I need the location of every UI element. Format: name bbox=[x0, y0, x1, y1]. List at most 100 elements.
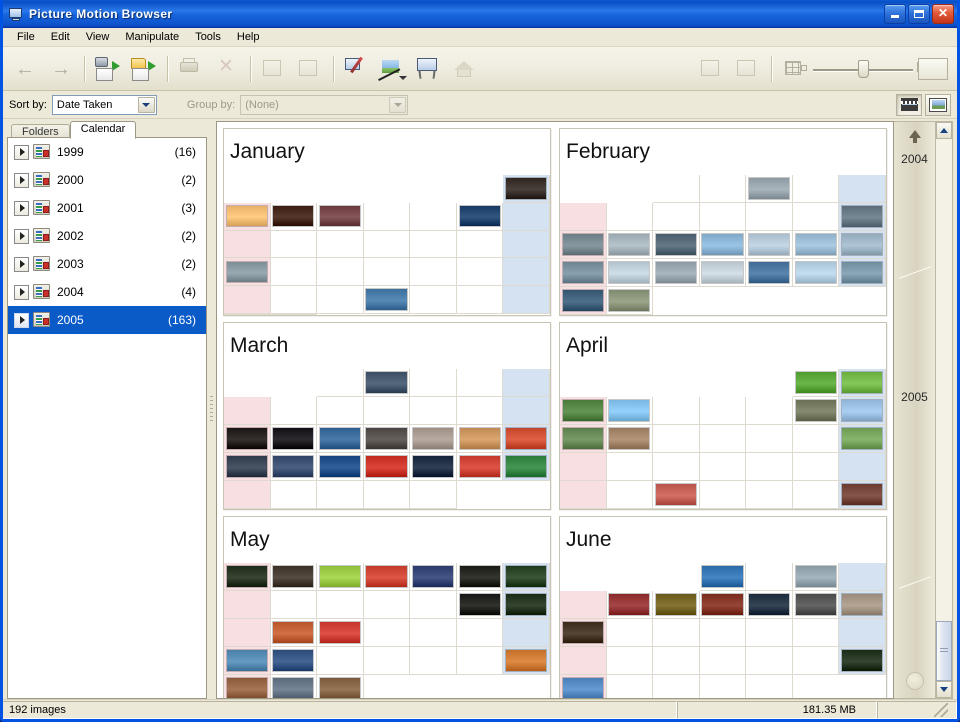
day-cell[interactable] bbox=[503, 286, 550, 314]
day-cell[interactable] bbox=[410, 230, 457, 259]
day-cell[interactable] bbox=[503, 369, 550, 397]
day-thumbnail[interactable] bbox=[413, 456, 454, 477]
scroll-down-button[interactable] bbox=[936, 681, 952, 698]
day-thumbnail[interactable] bbox=[609, 234, 650, 255]
scroll-up-year-icon[interactable] bbox=[908, 130, 921, 143]
day-cell[interactable] bbox=[317, 397, 364, 425]
tree-item-2000[interactable]: 2000 (2) bbox=[8, 166, 206, 194]
scrollbar-thumb[interactable] bbox=[936, 621, 952, 681]
day-cell[interactable] bbox=[410, 619, 457, 647]
day-cell[interactable] bbox=[270, 563, 318, 591]
day-cell[interactable] bbox=[746, 591, 793, 619]
day-thumbnail[interactable] bbox=[562, 678, 603, 698]
day-thumbnail[interactable] bbox=[842, 400, 883, 421]
day-cell[interactable] bbox=[792, 563, 840, 591]
day-thumbnail[interactable] bbox=[506, 650, 547, 671]
day-cell[interactable] bbox=[224, 286, 271, 314]
day-cell[interactable] bbox=[839, 647, 886, 675]
day-thumbnail[interactable] bbox=[459, 456, 500, 477]
day-cell[interactable] bbox=[224, 453, 271, 481]
day-cell[interactable] bbox=[606, 481, 654, 509]
day-thumbnail[interactable] bbox=[319, 678, 360, 698]
day-thumbnail[interactable] bbox=[749, 594, 790, 615]
day-cell[interactable] bbox=[606, 453, 654, 481]
day-cell[interactable] bbox=[746, 453, 793, 481]
day-thumbnail[interactable] bbox=[226, 261, 267, 282]
day-cell[interactable] bbox=[606, 231, 654, 259]
tree-item-2003[interactable]: 2003 (2) bbox=[8, 250, 206, 278]
day-cell[interactable] bbox=[363, 369, 411, 397]
day-cell[interactable] bbox=[653, 591, 700, 619]
day-cell[interactable] bbox=[317, 563, 364, 591]
day-cell[interactable] bbox=[560, 287, 607, 315]
delete-button[interactable]: ✕ bbox=[209, 51, 245, 87]
day-cell[interactable] bbox=[270, 202, 318, 231]
day-cell[interactable] bbox=[792, 259, 840, 287]
day-cell[interactable] bbox=[699, 647, 747, 675]
day-thumbnail[interactable] bbox=[609, 290, 650, 311]
day-cell[interactable] bbox=[456, 397, 504, 425]
day-cell[interactable] bbox=[653, 397, 700, 425]
expand-arrow-icon[interactable] bbox=[14, 284, 29, 300]
day-cell[interactable] bbox=[317, 481, 364, 509]
day-cell[interactable] bbox=[653, 453, 700, 481]
zoom-slider[interactable] bbox=[801, 58, 927, 80]
home-button[interactable] bbox=[447, 51, 483, 87]
day-cell[interactable] bbox=[699, 591, 747, 619]
edit-image-button[interactable] bbox=[339, 51, 375, 87]
day-cell[interactable] bbox=[317, 591, 364, 619]
tree-item-2002[interactable]: 2002 (2) bbox=[8, 222, 206, 250]
day-cell[interactable] bbox=[839, 453, 886, 481]
day-cell[interactable] bbox=[699, 619, 747, 647]
day-cell[interactable] bbox=[270, 286, 318, 314]
day-cell[interactable] bbox=[224, 591, 271, 619]
day-cell[interactable] bbox=[363, 619, 411, 647]
tree-item-1999[interactable]: 1999 (16) bbox=[8, 138, 206, 166]
day-thumbnail[interactable] bbox=[702, 234, 743, 255]
import-from-folder-button[interactable] bbox=[126, 51, 162, 87]
print-button[interactable] bbox=[173, 51, 209, 87]
day-cell[interactable] bbox=[270, 481, 318, 509]
day-cell[interactable] bbox=[746, 675, 793, 698]
day-thumbnail[interactable] bbox=[319, 428, 360, 449]
day-cell[interactable] bbox=[410, 286, 457, 314]
day-cell[interactable] bbox=[792, 231, 840, 259]
day-cell[interactable] bbox=[363, 647, 411, 675]
day-thumbnail[interactable] bbox=[273, 678, 314, 698]
menu-view[interactable]: View bbox=[78, 29, 118, 45]
day-thumbnail[interactable] bbox=[413, 566, 454, 587]
back-button[interactable]: ← bbox=[7, 51, 43, 87]
scroll-down-year-icon[interactable] bbox=[905, 672, 924, 690]
day-cell[interactable] bbox=[699, 259, 747, 287]
day-cell[interactable] bbox=[456, 369, 504, 397]
day-cell[interactable] bbox=[410, 202, 457, 231]
day-cell[interactable] bbox=[410, 563, 457, 591]
share-upload-button[interactable] bbox=[694, 51, 730, 87]
day-thumbnail[interactable] bbox=[459, 428, 500, 449]
view-filmstrip-button[interactable] bbox=[896, 93, 922, 116]
day-cell[interactable] bbox=[653, 647, 700, 675]
day-thumbnail[interactable] bbox=[366, 289, 407, 310]
day-cell[interactable] bbox=[503, 397, 550, 425]
resize-grip-icon[interactable] bbox=[934, 702, 948, 717]
day-thumbnail[interactable] bbox=[702, 594, 743, 615]
day-cell[interactable] bbox=[224, 313, 271, 315]
day-cell[interactable] bbox=[270, 619, 318, 647]
day-cell[interactable] bbox=[839, 397, 886, 425]
year-label-current[interactable]: 2005 bbox=[894, 390, 935, 404]
day-cell[interactable] bbox=[363, 425, 411, 453]
day-cell[interactable] bbox=[699, 231, 747, 259]
day-thumbnail[interactable] bbox=[842, 650, 883, 671]
day-thumbnail[interactable] bbox=[562, 400, 603, 421]
day-cell[interactable] bbox=[503, 258, 550, 287]
day-thumbnail[interactable] bbox=[749, 178, 790, 199]
day-thumbnail[interactable] bbox=[273, 428, 314, 449]
day-cell[interactable] bbox=[700, 675, 747, 698]
day-thumbnail[interactable] bbox=[609, 262, 650, 283]
day-cell[interactable] bbox=[792, 203, 840, 231]
day-cell[interactable] bbox=[456, 286, 504, 314]
day-cell[interactable] bbox=[606, 203, 654, 231]
day-cell[interactable] bbox=[746, 481, 793, 509]
day-thumbnail[interactable] bbox=[366, 456, 407, 477]
day-cell[interactable] bbox=[792, 481, 840, 509]
